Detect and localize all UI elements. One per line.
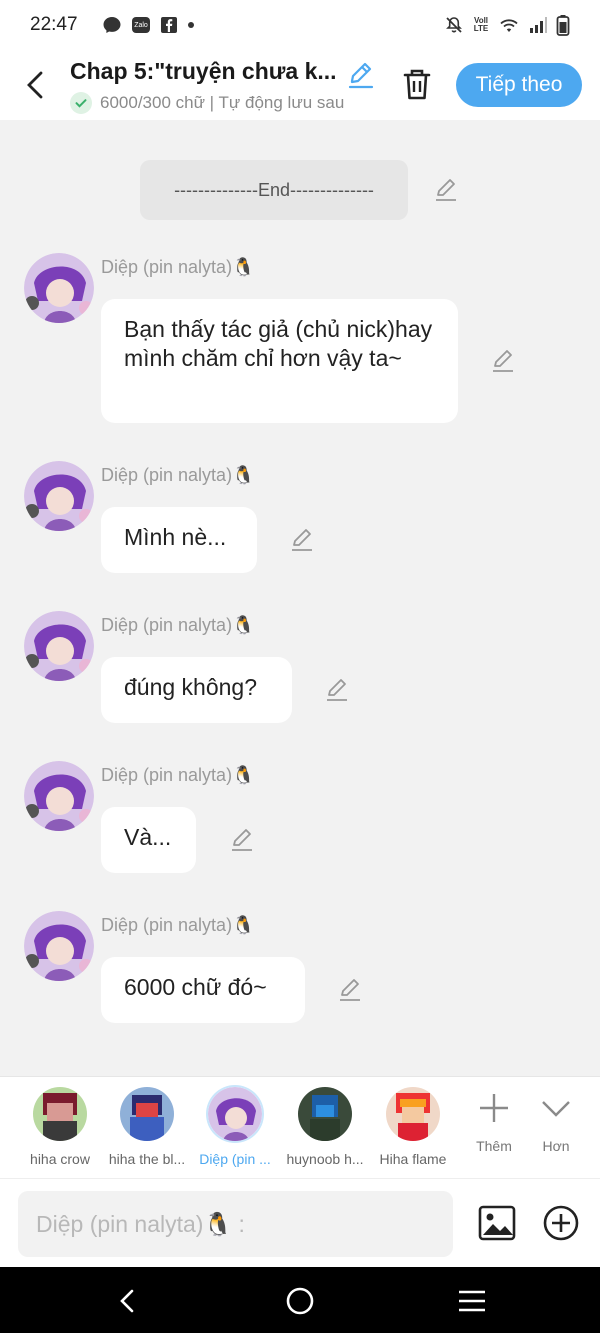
character-name: hiha crow	[30, 1151, 90, 1167]
sender-name: Diệp (pin nalyta)🐧	[101, 257, 255, 277]
character-avatar	[298, 1087, 352, 1141]
avatar	[24, 253, 94, 323]
chat-message: Diệp (pin nalyta)🐧 đúng không?	[0, 611, 600, 723]
messenger-icon	[103, 17, 121, 33]
message-input[interactable]: Diệp (pin nalyta)🐧 :	[18, 1191, 453, 1257]
chat-message: Diệp (pin nalyta)🐧 6000 chữ đó~	[0, 911, 600, 1023]
trash-icon	[403, 69, 431, 100]
character-selector: hiha crow hiha the bl... Diệp (pin ... h…	[0, 1076, 600, 1178]
end-separator[interactable]: --------------End--------------	[140, 160, 408, 220]
edit-message-icon[interactable]	[229, 827, 255, 853]
back-button[interactable]	[20, 68, 50, 102]
notification-icons: Zalo	[102, 15, 194, 35]
check-icon	[70, 92, 92, 114]
sender-name: Diệp (pin nalyta)🐧	[101, 465, 255, 485]
lte-icon: Voll LTE	[473, 16, 489, 33]
plus-icon	[480, 1094, 508, 1122]
mute-icon	[446, 17, 462, 33]
clock: 22:47	[30, 14, 78, 35]
chat-message: Diệp (pin nalyta)🐧 Mình nè...	[0, 461, 600, 573]
edit-message-icon[interactable]	[324, 677, 350, 703]
avatar	[24, 611, 94, 681]
home-circle-icon	[286, 1287, 314, 1315]
character-avatar	[120, 1087, 174, 1141]
expand-characters-button[interactable]: Hơn	[526, 1091, 586, 1154]
avatar	[24, 461, 94, 531]
delete-button[interactable]	[400, 66, 434, 102]
wifi-icon	[500, 19, 518, 32]
character-avatar	[33, 1087, 87, 1141]
sender-name: Diệp (pin nalyta)🐧	[101, 915, 255, 935]
character-avatar	[208, 1087, 262, 1141]
word-count-text: 6000/300 chữ | Tự động lưu sau	[100, 93, 345, 112]
menu-icon	[459, 1290, 485, 1312]
message-bubble[interactable]: Mình nè...	[101, 507, 257, 573]
expand-characters-label: Hơn	[542, 1138, 570, 1154]
character-name: Diệp (pin ...	[199, 1151, 271, 1167]
character-name: Hiha flame	[379, 1151, 447, 1167]
chapter-header: Chap 5:"truyện chưa k... 6000/300 chữ | …	[0, 50, 600, 120]
image-icon	[478, 1205, 516, 1241]
more-options-button[interactable]	[541, 1203, 581, 1243]
sender-name: Diệp (pin nalyta)🐧	[101, 765, 255, 785]
character-avatar	[386, 1087, 440, 1141]
edit-title-button[interactable]	[346, 60, 376, 90]
edit-separator-icon[interactable]	[433, 177, 459, 203]
word-count-status: 6000/300 chữ | Tự động lưu sau	[70, 92, 376, 114]
edit-message-icon[interactable]	[289, 527, 315, 553]
chevron-down-icon	[542, 1101, 570, 1117]
signal-icon	[530, 17, 547, 33]
nav-back-button[interactable]	[107, 1281, 147, 1321]
system-icons: Voll LTE	[444, 14, 570, 36]
chat-message: Diệp (pin nalyta)🐧 Và...	[0, 761, 600, 873]
character-huynoob[interactable]: huynoob h...	[280, 1087, 370, 1167]
message-bubble[interactable]: đúng không?	[101, 657, 292, 723]
edit-message-icon[interactable]	[337, 977, 363, 1003]
character-diep[interactable]: Diệp (pin ...	[190, 1087, 280, 1167]
character-hiha-flame[interactable]: Hiha flame	[368, 1087, 458, 1167]
nav-back-icon	[120, 1289, 134, 1313]
battery-icon	[556, 15, 570, 36]
message-bubble[interactable]: Và...	[101, 807, 196, 873]
plus-circle-icon	[543, 1205, 579, 1241]
system-nav-bar	[0, 1267, 600, 1333]
chapter-title[interactable]: Chap 5:"truyện chưa k...	[70, 58, 340, 85]
chat-area[interactable]: --------------End-------------- Diệp (pi…	[0, 120, 600, 1076]
character-hiha-crow[interactable]: hiha crow	[15, 1087, 105, 1167]
sender-name: Diệp (pin nalyta)🐧	[101, 615, 255, 635]
composer: Diệp (pin nalyta)🐧 :	[0, 1178, 600, 1267]
avatar	[24, 761, 94, 831]
edit-message-icon[interactable]	[490, 348, 516, 374]
add-character-button[interactable]: Thêm	[464, 1091, 524, 1154]
nav-home-button[interactable]	[280, 1281, 320, 1321]
message-bubble[interactable]: Bạn thấy tác giả (chủ nick)hay mình chăm…	[101, 299, 458, 423]
status-bar: 22:47 Zalo Voll LTE	[0, 0, 600, 50]
character-name: huynoob h...	[286, 1151, 364, 1167]
zalo-icon: Zalo	[132, 17, 150, 33]
pencil-icon	[348, 62, 374, 89]
facebook-icon	[161, 17, 177, 33]
nav-recents-button[interactable]	[452, 1281, 492, 1321]
insert-image-button[interactable]	[477, 1203, 517, 1243]
character-hiha-the-bl[interactable]: hiha the bl...	[102, 1087, 192, 1167]
chat-message: Diệp (pin nalyta)🐧 Bạn thấy tác giả (chủ…	[0, 253, 600, 423]
back-arrow-icon	[27, 71, 43, 99]
add-character-label: Thêm	[476, 1138, 512, 1154]
next-button[interactable]: Tiếp theo	[456, 63, 582, 107]
character-name: hiha the bl...	[108, 1151, 186, 1167]
avatar	[24, 911, 94, 981]
more-notifications-icon	[188, 22, 194, 28]
message-bubble[interactable]: 6000 chữ đó~	[101, 957, 305, 1023]
